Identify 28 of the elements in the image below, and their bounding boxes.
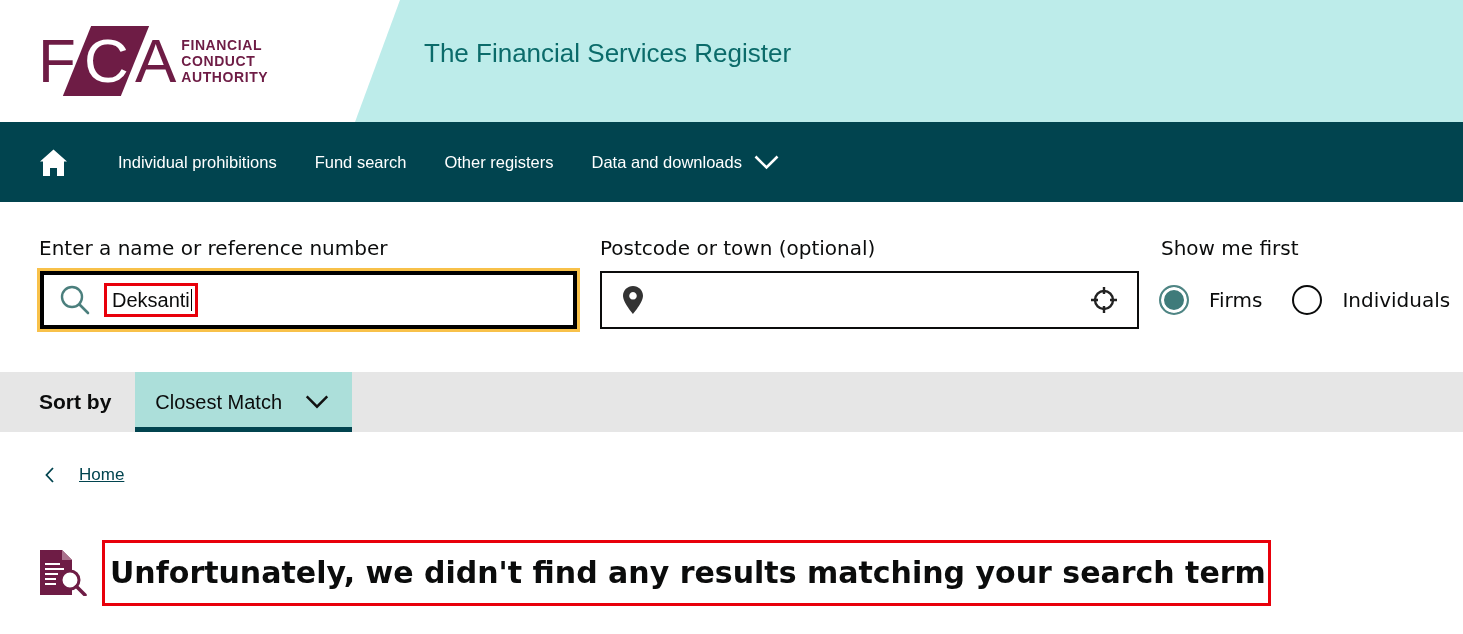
- nav-dropdown[interactable]: Data and downloads: [591, 152, 779, 172]
- chevron-down-icon: [754, 154, 779, 170]
- document-search-icon: [40, 550, 87, 596]
- breadcrumb-link[interactable]: Home: [79, 465, 125, 485]
- home-icon[interactable]: [40, 148, 67, 176]
- logo-text: FINANCIAL CONDUCT AUTHORITY: [181, 37, 269, 85]
- radio-label[interactable]: Firms: [1209, 288, 1263, 312]
- no-results-heading: Unfortunately, we didn't find any results matching your search term: [102, 540, 1271, 606]
- search-icon: [60, 285, 90, 315]
- sort-dropdown[interactable]: Closest Match: [135, 372, 353, 432]
- search-term: Deksanti: [104, 283, 198, 317]
- chevron-down-icon: [305, 395, 330, 409]
- location-pin-icon: [623, 286, 643, 314]
- nav-link[interactable]: Fund search: [314, 152, 407, 172]
- field-label: Show me first: [1160, 235, 1300, 261]
- nav-link[interactable]: Other registers: [444, 152, 554, 172]
- radio-label[interactable]: Individuals: [1342, 288, 1451, 312]
- field-label: Enter a name or reference number: [38, 235, 389, 261]
- chevron-left-icon: [45, 467, 54, 483]
- radio-button[interactable]: [1292, 285, 1323, 315]
- location-field[interactable]: [600, 271, 1139, 329]
- radio-button[interactable]: [1159, 285, 1189, 315]
- field-label: Postcode or town (optional): [600, 235, 877, 261]
- crosshair-icon[interactable]: [1091, 287, 1117, 313]
- name-search-field[interactable]: Deksanti: [37, 268, 580, 332]
- nav-link[interactable]: Individual prohibitions: [118, 152, 277, 172]
- sort-label: Sort by: [39, 389, 112, 415]
- site-title: The Financial Services Register: [424, 37, 792, 69]
